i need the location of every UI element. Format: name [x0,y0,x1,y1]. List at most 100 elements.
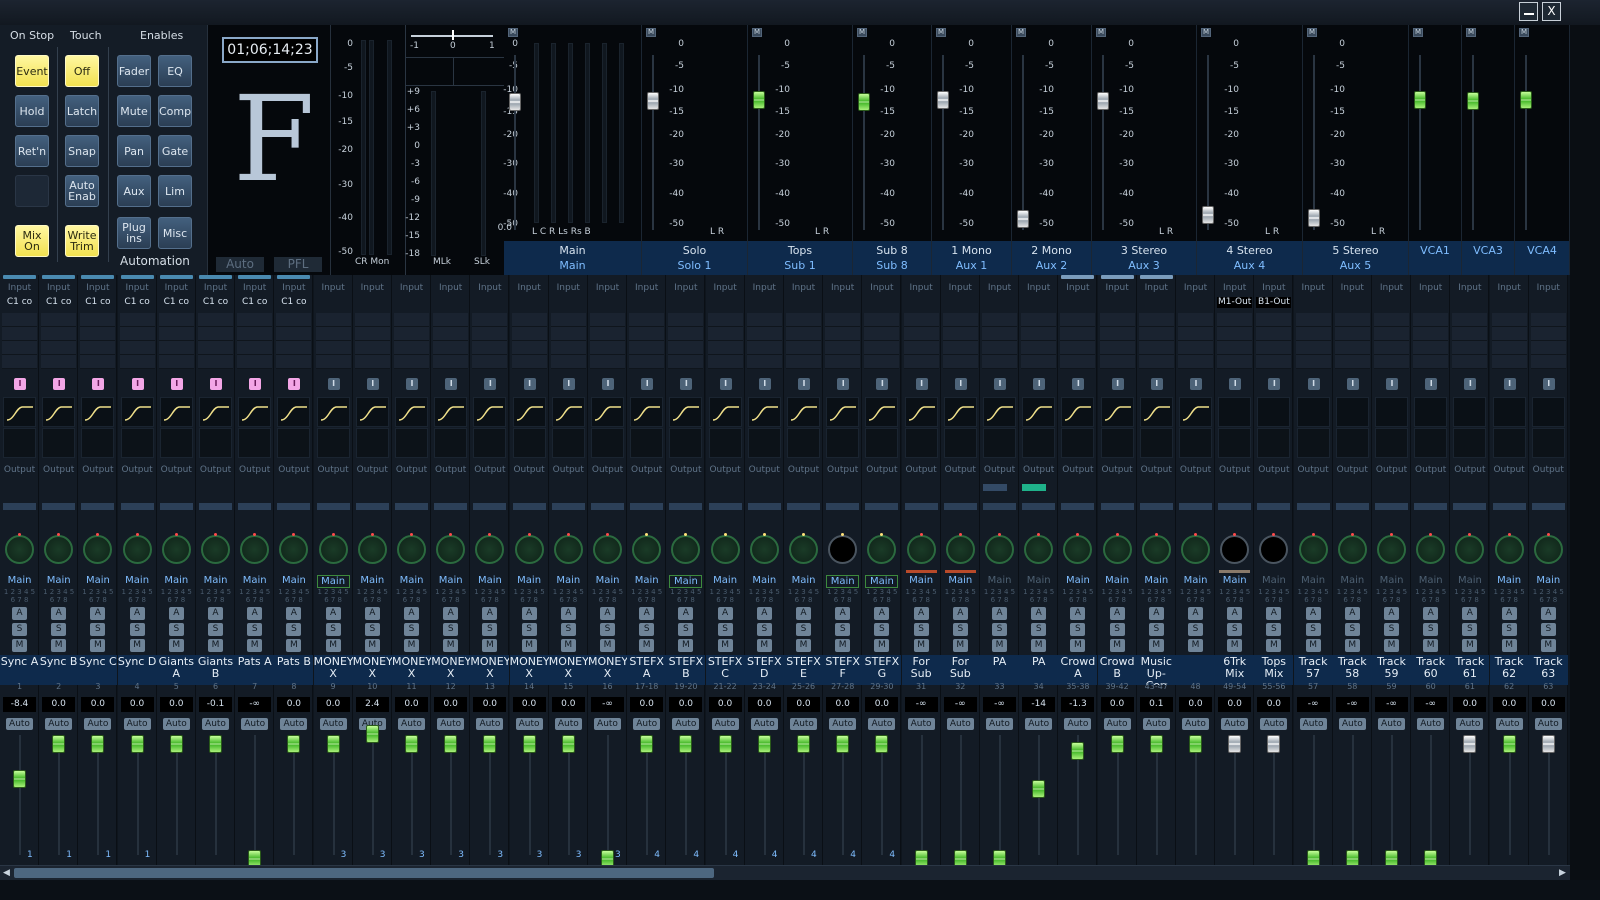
strip-plugin-slot[interactable] [354,355,390,369]
latch-button[interactable]: Latch [65,95,99,127]
strip-plugin-slot[interactable] [1491,341,1527,355]
strip-plugin-slot[interactable] [315,313,351,327]
strip-plugin-slot[interactable] [158,355,194,369]
output-destination[interactable]: Main [941,575,980,586]
strip-mute-button[interactable]: M [717,639,733,652]
insert-button[interactable]: I [288,378,301,390]
insert-button[interactable]: I [1346,378,1359,390]
eq-curve-display[interactable] [1139,397,1173,427]
strip-send-bar[interactable] [120,503,154,510]
channel-fader[interactable] [91,735,105,753]
strip-plugin-slot[interactable] [472,341,508,355]
eq-curve-display[interactable] [199,397,232,427]
dynamics-display[interactable] [1492,428,1526,458]
strip-solo-button[interactable]: S [1031,623,1047,636]
strip-mute-button[interactable]: M [404,639,419,652]
pfl-button[interactable]: PFL [274,257,322,272]
insert-button[interactable]: I [1150,378,1163,390]
automation-mode-button[interactable]: Auto [45,718,73,730]
strip-plugin-slot[interactable] [315,341,351,355]
strip-mute-button[interactable]: M [12,639,27,652]
strip-solo-button[interactable]: S [1148,623,1164,636]
strip-plugin-slot[interactable] [1217,313,1253,327]
strip-solo-button[interactable]: S [1070,623,1086,636]
pan-control[interactable] [789,535,818,564]
strip-plugin-slot[interactable] [511,355,547,369]
channel-name[interactable]: STEFX F [823,655,863,685]
strip-plugin-slot[interactable] [1413,327,1449,341]
dynamics-display[interactable] [591,428,624,458]
strip-plugin-slot[interactable] [237,313,273,327]
output-destination[interactable]: Main [196,575,235,586]
eq-curve-display[interactable] [3,397,36,427]
strip-plugin-slot[interactable] [198,327,233,341]
strip-mute-button[interactable]: M [835,639,851,652]
strip-send-bar[interactable] [81,503,115,510]
channel-fader[interactable] [561,735,575,753]
strip-mute-button[interactable]: M [286,639,302,652]
strip-mute-button[interactable]: M [1188,639,1203,652]
channel-name[interactable]: Sync B [39,655,79,685]
strip-solo-button[interactable]: S [1384,623,1399,636]
strip-mute-button[interactable]: M [874,639,890,652]
strip-solo-button[interactable]: S [1188,623,1203,636]
strip-plugin-slot[interactable] [1413,355,1449,369]
insert-button[interactable]: I [445,378,458,390]
dynamics-display[interactable] [316,428,350,458]
insert-button[interactable]: I [1425,378,1438,390]
dynamics-display[interactable] [81,428,115,458]
output-destination[interactable]: Main [549,575,588,586]
strip-mute-button[interactable]: M [90,639,106,652]
strip-solo-button[interactable]: S [1266,623,1282,636]
strip-solo-button[interactable]: S [1423,623,1439,636]
return-button[interactable]: Ret'n [15,135,49,167]
strip-plugin-slot[interactable] [629,355,665,369]
eq-curve-display[interactable] [1296,397,1330,427]
strip-plugin-slot[interactable] [1060,313,1096,327]
strip-plugin-slot[interactable] [119,341,155,355]
insert-button[interactable]: I [1033,378,1046,390]
eq-curve-display[interactable] [551,397,585,427]
pan-control[interactable] [828,535,858,564]
strip-solo-button[interactable]: S [1462,623,1478,636]
strip-insert-name[interactable]: C1 co [159,297,194,308]
strip-mute-button[interactable]: M [129,639,145,652]
bus-fader-cap[interactable] [1520,91,1532,109]
strip-plugin-slot[interactable] [511,313,547,327]
strip-auto-button[interactable]: A [1344,607,1360,620]
channel-fader[interactable] [836,735,850,753]
strip-plugin-slot[interactable] [590,341,625,355]
strip-plugin-slot[interactable] [315,355,351,369]
dynamics-display[interactable] [1179,428,1212,458]
channel-fader[interactable] [13,770,26,788]
strip-solo-button[interactable]: S [1540,623,1556,636]
strip-solo-button[interactable]: S [521,623,537,636]
channel-fader[interactable] [640,735,654,753]
channel-fader[interactable] [1149,735,1163,753]
output-destination[interactable]: Main [1019,575,1058,586]
automation-mode-button[interactable]: Auto [319,718,347,730]
automation-mode-button[interactable]: Auto [1495,718,1523,730]
output-destination[interactable]: Main [1294,575,1333,586]
bus-fader-cap[interactable] [1308,209,1320,227]
channel-fader[interactable] [1032,780,1046,798]
output-destination[interactable]: Main [78,575,117,586]
pan-control[interactable] [201,535,230,564]
insert-button[interactable]: I [53,378,66,390]
strip-plugin-slot[interactable] [1374,341,1409,355]
strip-send-bar[interactable] [826,503,860,510]
strip-plugin-slot[interactable] [1256,313,1292,327]
strip-auto-button[interactable]: A [482,607,498,620]
automation-mode-button[interactable]: Auto [1417,718,1445,730]
dynamics-display[interactable] [1414,428,1448,458]
eq-enable-button[interactable]: EQ [158,55,192,87]
pan-control[interactable] [1220,535,1250,564]
strip-solo-button[interactable]: S [952,623,968,636]
auto-enab-button[interactable]: Auto Enab [65,175,99,207]
output-destination[interactable]: Main [784,575,823,586]
strip-auto-button[interactable]: A [325,607,341,620]
channel-name[interactable]: Track 60 [1411,655,1451,685]
write-trim-button[interactable]: Write Trim [65,225,99,257]
strip-solo-button[interactable]: S [600,623,615,636]
output-destination[interactable]: Main [865,575,899,588]
